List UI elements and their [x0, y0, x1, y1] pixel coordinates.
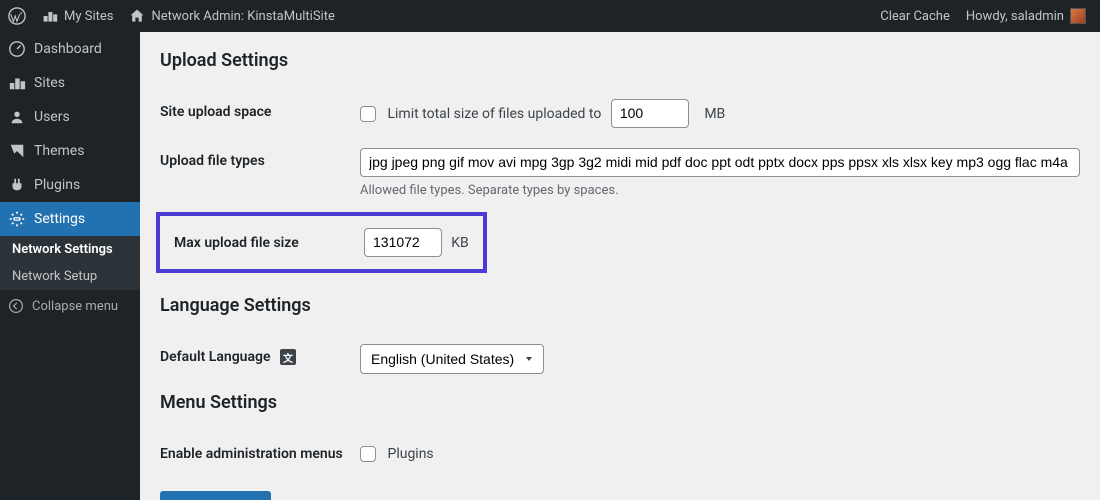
site-upload-space-label: Site upload space [160, 89, 360, 138]
wordpress-icon [8, 7, 26, 25]
enable-admin-menus-label: Enable administration menus [160, 431, 360, 477]
sidebar-item-label: Sites [34, 75, 65, 91]
account-link[interactable]: Howdy, saladmin [958, 0, 1094, 32]
upload-file-types-label: Upload file types [160, 138, 360, 208]
plugins-menu-label: Plugins [387, 446, 433, 462]
collapse-label: Collapse menu [32, 299, 118, 314]
home-icon [129, 8, 145, 24]
sidebar-item-label: Plugins [34, 177, 80, 193]
plugins-menu-checkbox[interactable] [360, 446, 376, 462]
translate-icon: 文 [280, 349, 296, 365]
sidebar-item-users[interactable]: Users [0, 100, 140, 134]
plugins-icon [8, 176, 26, 194]
admin-toolbar: My Sites Network Admin: KinstaMultiSite … [0, 0, 1100, 32]
network-admin-link[interactable]: Network Admin: KinstaMultiSite [121, 0, 342, 32]
sites-icon [42, 8, 58, 24]
my-sites-link[interactable]: My Sites [34, 0, 121, 32]
sidebar-item-label: Users [34, 109, 70, 125]
upload-space-unit: MB [704, 106, 725, 122]
upload-space-input[interactable] [611, 99, 689, 128]
sites-icon [8, 74, 26, 92]
collapse-icon [8, 298, 24, 314]
submenu-network-settings[interactable]: Network Settings [0, 236, 140, 263]
clear-cache-link[interactable]: Clear Cache [872, 0, 958, 32]
main-content: Upload Settings Site upload space Limit … [140, 32, 1100, 500]
default-language-select[interactable]: English (United States) [360, 344, 544, 374]
admin-sidebar: Dashboard Sites Users Themes Plugins Set… [0, 32, 140, 500]
max-upload-label: Max upload file size [174, 235, 344, 251]
limit-upload-checkbox[interactable] [360, 106, 376, 122]
settings-icon [8, 210, 26, 228]
sidebar-item-label: Dashboard [34, 41, 102, 57]
my-sites-label: My Sites [64, 9, 113, 24]
avatar [1070, 8, 1086, 24]
save-changes-button[interactable]: Save Changes [160, 491, 271, 500]
howdy-label: Howdy, saladmin [966, 9, 1064, 24]
menu-settings-heading: Menu Settings [160, 392, 1080, 413]
sidebar-item-settings[interactable]: Settings [0, 202, 140, 236]
max-upload-unit: KB [451, 235, 469, 251]
sidebar-item-label: Themes [34, 143, 84, 159]
dashboard-icon [8, 40, 26, 58]
wp-logo[interactable] [0, 0, 34, 32]
settings-submenu: Network Settings Network Setup [0, 236, 140, 290]
clear-cache-label: Clear Cache [880, 9, 950, 24]
sidebar-item-label: Settings [34, 211, 85, 227]
users-icon [8, 108, 26, 126]
sidebar-item-plugins[interactable]: Plugins [0, 168, 140, 202]
submenu-network-setup[interactable]: Network Setup [0, 263, 140, 290]
sidebar-item-sites[interactable]: Sites [0, 66, 140, 100]
network-admin-label: Network Admin: KinstaMultiSite [151, 9, 334, 24]
sidebar-item-dashboard[interactable]: Dashboard [0, 32, 140, 66]
sidebar-item-themes[interactable]: Themes [0, 134, 140, 168]
upload-file-types-description: Allowed file types. Separate types by sp… [360, 183, 1080, 198]
upload-settings-heading: Upload Settings [160, 50, 1080, 71]
collapse-menu-button[interactable]: Collapse menu [0, 290, 140, 322]
max-upload-highlight: Max upload file size KB [156, 212, 487, 273]
themes-icon [8, 142, 26, 160]
default-language-label: Default Language 文 [160, 334, 360, 384]
max-upload-input[interactable] [364, 228, 442, 257]
language-settings-heading: Language Settings [160, 295, 1080, 316]
upload-file-types-input[interactable] [360, 148, 1080, 177]
limit-upload-label: Limit total size of files uploaded to [387, 106, 601, 122]
